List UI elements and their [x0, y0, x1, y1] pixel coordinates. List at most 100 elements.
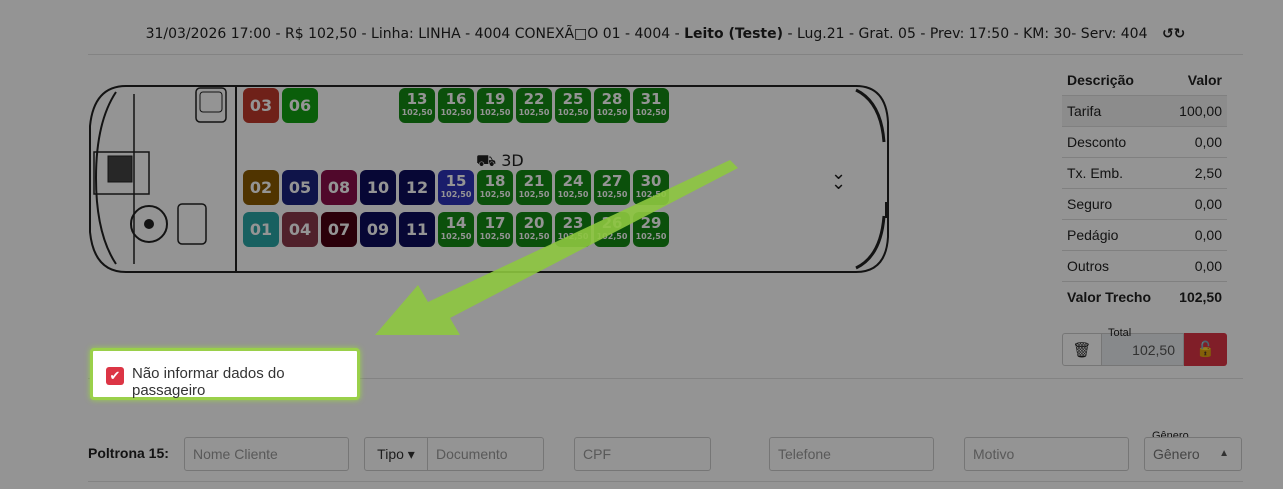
seat-price: 102,50	[635, 232, 667, 241]
seat-number: 23	[562, 214, 584, 232]
seat-number: 30	[640, 172, 662, 190]
total-label: Total	[1108, 327, 1132, 339]
seat-price: 102,50	[596, 232, 628, 241]
trip-info-suffix: - Lug.21 - Grat. 05 - Prev: 17:50 - KM: …	[783, 26, 1148, 42]
no-passenger-data-option[interactable]: ✔ Não informar dados do passageiro	[90, 348, 360, 400]
seat-19[interactable]: 19 102,50	[477, 88, 513, 123]
seat-08[interactable]: 08	[321, 170, 357, 205]
bus-seat-map: 03 06 13 102,50 16 102,50 19 102,50 22 102,50 25 10…	[86, 82, 894, 274]
seat-10[interactable]: 10	[360, 170, 396, 205]
fare-row: Tarifa 100,00	[1062, 95, 1227, 127]
fare-col-desc: Descrição	[1067, 72, 1134, 88]
fare-value: 0,00	[1167, 219, 1227, 251]
seat-price: 102,50	[479, 190, 511, 199]
bus-icon: ⛟	[476, 151, 497, 170]
seat-11[interactable]: 11	[399, 212, 435, 247]
trip-info-prefix: 31/03/2026 17:00 - R$ 102,50 - Linha: LI…	[145, 26, 685, 42]
seat-number: 08	[327, 178, 351, 197]
seat-27[interactable]: 27 102,50	[594, 170, 630, 205]
fare-label: Outros	[1062, 250, 1168, 282]
seat-price: 102,50	[479, 108, 511, 117]
seat-number: 06	[288, 96, 312, 115]
seat-03[interactable]: 03	[243, 88, 279, 123]
seat-number: 28	[601, 90, 623, 108]
checkbox[interactable]: ✔	[106, 367, 124, 385]
seat-number: 04	[288, 220, 312, 239]
seat-price: 102,50	[596, 190, 628, 199]
seat-30[interactable]: 30 102,50	[633, 170, 669, 205]
fare-label: Seguro	[1062, 188, 1168, 220]
trash-icon[interactable]: 🗑	[1062, 333, 1102, 366]
total-field: Total 102,50	[1102, 327, 1184, 366]
seat-price: 102,50	[440, 190, 472, 199]
phone-input[interactable]: Telefone	[769, 437, 934, 471]
seat-15[interactable]: 15 102,50	[438, 170, 474, 205]
fare-value: 0,00	[1167, 250, 1227, 282]
service-class: Leito (Teste)	[684, 26, 783, 42]
refresh-icon[interactable]: ↺↻	[1162, 22, 1185, 46]
document-input[interactable]: Documento	[428, 437, 544, 471]
cpf-input[interactable]: CPF	[574, 437, 711, 471]
seat-number: 12	[405, 178, 429, 197]
fare-row: Seguro 0,00	[1062, 188, 1227, 220]
trip-info-bar: 31/03/2026 17:00 - R$ 102,50 - Linha: LI…	[88, 22, 1243, 55]
seat-22[interactable]: 22 102,50	[516, 88, 552, 123]
seat-number: 07	[327, 220, 351, 239]
seat-01[interactable]: 01	[243, 212, 279, 247]
seat-number: 20	[523, 214, 545, 232]
double-chevron-down-icon[interactable]: ⌄ ⌄	[831, 164, 846, 192]
seat-25[interactable]: 25 102,50	[555, 88, 591, 123]
seat-26[interactable]: 26 102,50	[594, 212, 630, 247]
fare-row: Pedágio 0,00	[1062, 219, 1227, 251]
seat-number: 03	[249, 96, 273, 115]
gender-select[interactable]: Gênero ▲	[1144, 437, 1242, 471]
fare-value: 0,00	[1167, 188, 1227, 220]
seat-price: 102,50	[401, 108, 433, 117]
tipo-label: Tipo	[377, 446, 404, 462]
seat-29[interactable]: 29 102,50	[633, 212, 669, 247]
seat-18[interactable]: 18 102,50	[477, 170, 513, 205]
seat-label: Poltrona 15:	[88, 445, 169, 461]
seat-17[interactable]: 17 102,50	[477, 212, 513, 247]
seat-07[interactable]: 07	[321, 212, 357, 247]
seat-05[interactable]: 05	[282, 170, 318, 205]
unlock-icon[interactable]: 🔓	[1184, 333, 1227, 366]
fare-table: Descrição Valor Tarifa 100,00 Desconto 0,0…	[1062, 65, 1227, 312]
motivo-input[interactable]: Motivo	[964, 437, 1129, 471]
fare-row: Outros 0,00	[1062, 250, 1227, 282]
seat-13[interactable]: 13 102,50	[399, 88, 435, 123]
seat-number: 26	[601, 214, 623, 232]
view-3d-button[interactable]: ⛟ 3D	[476, 151, 524, 172]
seat-number: 19	[484, 90, 506, 108]
seat-09[interactable]: 09	[360, 212, 396, 247]
seat-price: 102,50	[440, 108, 472, 117]
seat-23[interactable]: 23 102,50	[555, 212, 591, 247]
seat-price: 102,50	[440, 232, 472, 241]
fare-label: Tarifa	[1062, 95, 1168, 127]
seat-21[interactable]: 21 102,50	[516, 170, 552, 205]
seat-12[interactable]: 12	[399, 170, 435, 205]
seat-24[interactable]: 24 102,50	[555, 170, 591, 205]
seat-number: 31	[640, 90, 662, 108]
seat-02[interactable]: 02	[243, 170, 279, 205]
seat-number: 09	[366, 220, 390, 239]
seat-20[interactable]: 20 102,50	[516, 212, 552, 247]
tipo-dropdown[interactable]: Tipo ▾	[364, 437, 428, 471]
seat-number: 17	[484, 214, 506, 232]
seat-price: 102,50	[557, 190, 589, 199]
checkbox-label: Não informar dados do passageiro	[132, 365, 285, 399]
divider	[88, 481, 1243, 482]
name-input[interactable]: Nome Cliente	[184, 437, 349, 471]
page: 31/03/2026 17:00 - R$ 102,50 - Linha: LI…	[0, 0, 1283, 489]
seat-14[interactable]: 14 102,50	[438, 212, 474, 247]
seat-number: 27	[601, 172, 623, 190]
passenger-form-row: Poltrona 15: Nome Cliente Tipo ▾ Documen…	[88, 430, 1248, 471]
seat-price: 102,50	[635, 108, 667, 117]
seat-price: 102,50	[557, 232, 589, 241]
seat-31[interactable]: 31 102,50	[633, 88, 669, 123]
fare-label: Desconto	[1062, 126, 1168, 158]
seat-04[interactable]: 04	[282, 212, 318, 247]
seat-16[interactable]: 16 102,50	[438, 88, 474, 123]
seat-28[interactable]: 28 102,50	[594, 88, 630, 123]
seat-06[interactable]: 06	[282, 88, 318, 123]
